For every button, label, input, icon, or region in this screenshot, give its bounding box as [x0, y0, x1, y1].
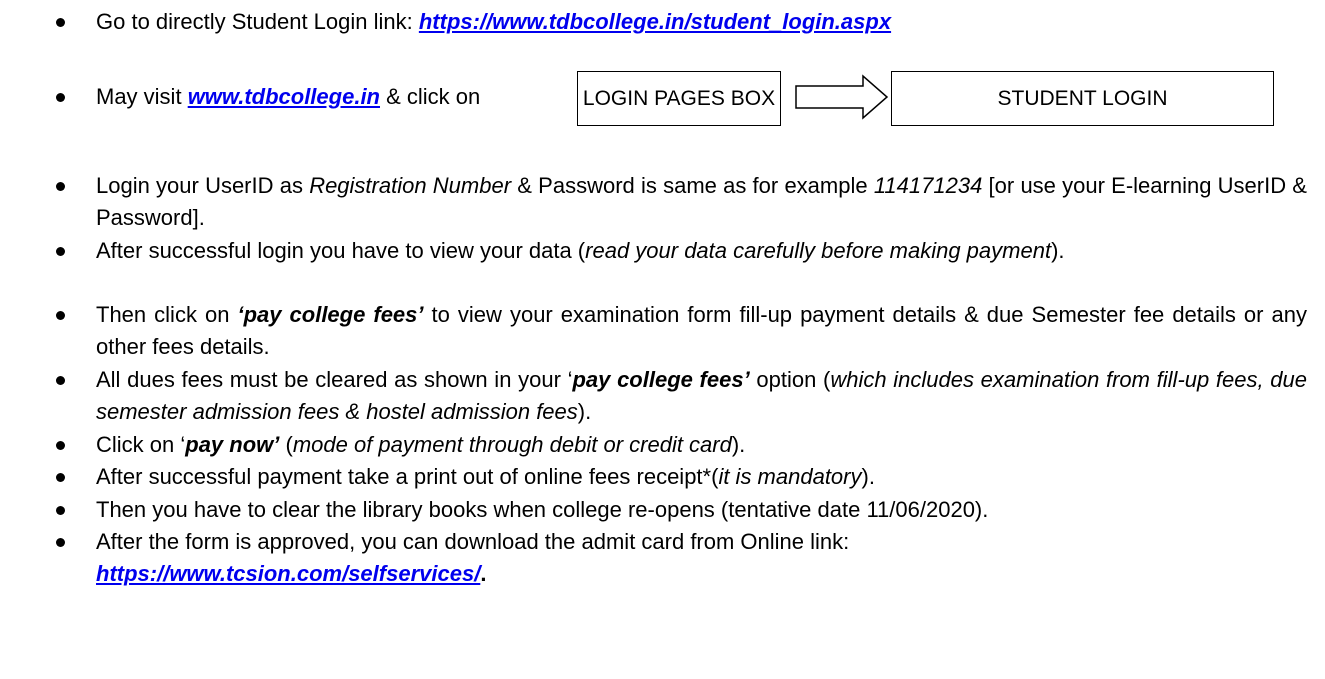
- item-bold-italic: pay now’: [185, 432, 280, 457]
- student-login-link[interactable]: https://www.tdbcollege.in/student_login.…: [419, 9, 891, 34]
- item-text: ).: [577, 399, 592, 424]
- item-text: ).: [861, 464, 875, 489]
- bullet-icon: [56, 538, 65, 547]
- item-italic: mode of payment through debit or credit …: [292, 432, 732, 457]
- item-text: After the form is approved, you can down…: [96, 529, 850, 554]
- item-italic: it is mandatory: [718, 464, 862, 489]
- item-text: Go to directly Student Login link:: [96, 9, 419, 34]
- item-text: option (: [749, 367, 831, 392]
- item-bold-italic: pay college fees’: [572, 367, 750, 392]
- list-item: Then you have to clear the library books…: [52, 494, 1307, 526]
- list-item: All dues fees must be cleared as shown i…: [52, 364, 1307, 428]
- arrow-right-icon: [795, 74, 889, 120]
- item-italic: 114171234: [873, 173, 983, 198]
- bullet-icon: [56, 506, 65, 515]
- list-item: Go to directly Student Login link: https…: [52, 6, 1307, 38]
- list-item: Login your UserID as Registration Number…: [52, 170, 1307, 234]
- bullet-icon: [56, 18, 65, 27]
- item-italic: Registration Number: [309, 173, 512, 198]
- item-text: Click on ‘: [96, 432, 186, 457]
- item-text: May visit: [96, 84, 188, 109]
- bullet-icon: [56, 247, 65, 256]
- bullet-icon: [56, 376, 65, 385]
- bullet-icon: [56, 311, 65, 320]
- login-pages-box: LOGIN PAGES BOX: [577, 71, 781, 126]
- item-text: After successful login you have to view …: [96, 238, 586, 263]
- item-italic: read your data carefully before making p…: [585, 238, 1052, 263]
- item-text: (: [279, 432, 293, 457]
- item-bold-italic: ‘pay college fees’: [237, 302, 424, 327]
- item-text: ).: [1051, 238, 1065, 263]
- list-item: After successful payment take a print ou…: [52, 461, 1307, 493]
- item-text: ).: [731, 432, 746, 457]
- item-text: .: [480, 561, 487, 586]
- item-text: Login your UserID as: [96, 173, 310, 198]
- item-text: & click on: [380, 84, 481, 109]
- item-text: Then click on: [96, 302, 238, 327]
- college-website-link[interactable]: www.tdbcollege.in: [188, 84, 380, 109]
- bullet-icon: [56, 473, 65, 482]
- bullet-icon: [56, 441, 65, 450]
- list-item: Click on ‘pay now’ (mode of payment thro…: [52, 429, 1307, 461]
- item-text: & Password is same as for example: [511, 173, 874, 198]
- list-item: After successful login you have to view …: [52, 235, 1307, 267]
- item-text: Then you have to clear the library books…: [96, 497, 989, 522]
- list-item: Then click on ‘pay college fees’ to view…: [52, 299, 1307, 363]
- box-label: STUDENT LOGIN: [997, 86, 1168, 110]
- tcsion-link[interactable]: https://www.tcsion.com/selfservices/: [96, 561, 480, 586]
- item-text: After successful payment take a print ou…: [96, 464, 719, 489]
- student-login-box: STUDENT LOGIN: [891, 71, 1274, 126]
- bullet-icon: [56, 93, 65, 102]
- bullet-icon: [56, 182, 65, 191]
- list-item: After the form is approved, you can down…: [52, 526, 1307, 590]
- box-label: LOGIN PAGES BOX: [582, 86, 776, 110]
- item-text: All dues fees must be cleared as shown i…: [96, 367, 573, 392]
